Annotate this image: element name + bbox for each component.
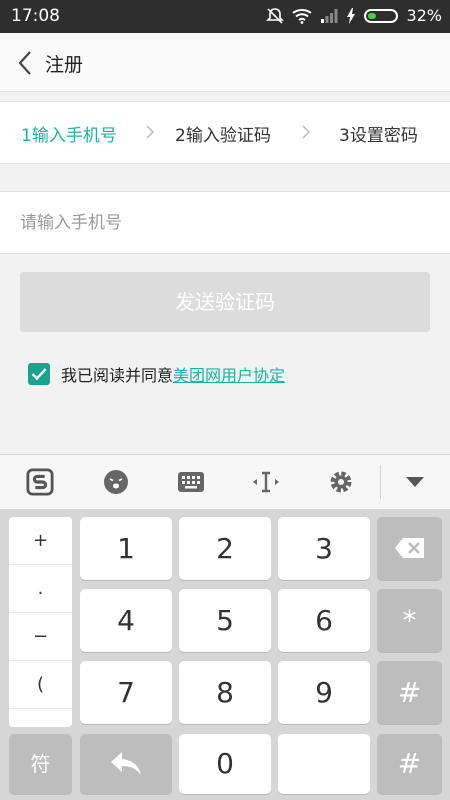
keyboard-icon[interactable] <box>177 468 205 496</box>
symbol-switch-key[interactable]: 符 <box>9 734 72 794</box>
digit-key-7[interactable]: 7 <box>80 661 172 724</box>
digit-key-6[interactable]: 6 <box>278 589 370 652</box>
backspace-key[interactable] <box>377 517 442 580</box>
star-key[interactable]: * <box>377 589 442 652</box>
digit-key-9[interactable]: 9 <box>278 661 370 724</box>
step-3: 3设置密码 <box>339 126 418 146</box>
send-code-button[interactable]: 发送验证码 <box>20 272 430 332</box>
gear-icon[interactable] <box>327 468 355 496</box>
cursor-icon[interactable] <box>252 468 280 496</box>
digit-key-1[interactable]: 1 <box>80 517 172 580</box>
digit-key-0[interactable]: 0 <box>179 734 271 794</box>
agree-checkbox[interactable] <box>28 363 50 385</box>
sogou-logo-icon[interactable] <box>26 468 54 496</box>
chevron-left-icon[interactable] <box>17 50 33 80</box>
status-time: 17:08 <box>11 6 60 26</box>
step-2: 2输入验证码 <box>175 126 271 146</box>
digit-key-3[interactable]: 3 <box>278 517 370 580</box>
return-key[interactable] <box>80 734 172 794</box>
chevron-right-icon <box>146 124 155 143</box>
step-indicator: 1输入手机号 2输入验证码 3设置密码 <box>0 101 450 164</box>
space-key[interactable] <box>278 734 370 794</box>
phone-input-row <box>0 191 450 254</box>
phone-input[interactable] <box>20 192 430 253</box>
backspace-icon <box>394 538 424 558</box>
collapse-down-icon[interactable] <box>401 468 429 496</box>
hash-key[interactable]: # <box>377 661 442 724</box>
symbol-key[interactable]: 、 <box>9 709 72 727</box>
symbol-key[interactable]: . <box>9 565 72 613</box>
wifi-icon <box>292 8 313 24</box>
status-bar: 17:08 32% <box>0 0 450 33</box>
numeric-keyboard: + . − ( 、 1 2 3 4 5 6 * 7 8 9 # 符 0 # <box>0 509 450 800</box>
symbol-key[interactable]: ( <box>9 661 72 709</box>
chevron-right-icon <box>302 124 311 143</box>
symbol-key[interactable]: + <box>9 517 72 565</box>
toolbar-divider <box>380 465 381 499</box>
check-icon <box>31 368 47 381</box>
signal-icon <box>320 8 338 24</box>
symbol-column[interactable]: + . − ( 、 <box>9 517 72 727</box>
ime-toolbar <box>0 454 450 510</box>
charging-icon <box>346 7 356 24</box>
return-arrow-icon <box>111 752 141 775</box>
symbol-key[interactable]: − <box>9 613 72 661</box>
nav-header: 注册 <box>0 33 450 92</box>
digit-key-5[interactable]: 5 <box>179 589 271 652</box>
battery-icon <box>364 8 399 23</box>
digit-key-4[interactable]: 4 <box>80 589 172 652</box>
status-icons: 32% <box>266 6 442 25</box>
hash-key-2[interactable]: # <box>377 734 442 794</box>
step-1: 1输入手机号 <box>21 126 117 146</box>
page-title: 注册 <box>45 54 84 76</box>
digit-key-8[interactable]: 8 <box>179 661 271 724</box>
bell-off-icon <box>266 7 285 25</box>
agreement-row: 我已阅读并同意 美团网用户协定 <box>28 362 285 386</box>
agreement-text: 我已阅读并同意 <box>61 366 174 385</box>
agreement-link[interactable]: 美团网用户协定 <box>173 362 285 386</box>
digit-key-2[interactable]: 2 <box>179 517 271 580</box>
emoji-icon[interactable] <box>102 468 130 496</box>
battery-percent: 32% <box>406 6 442 25</box>
